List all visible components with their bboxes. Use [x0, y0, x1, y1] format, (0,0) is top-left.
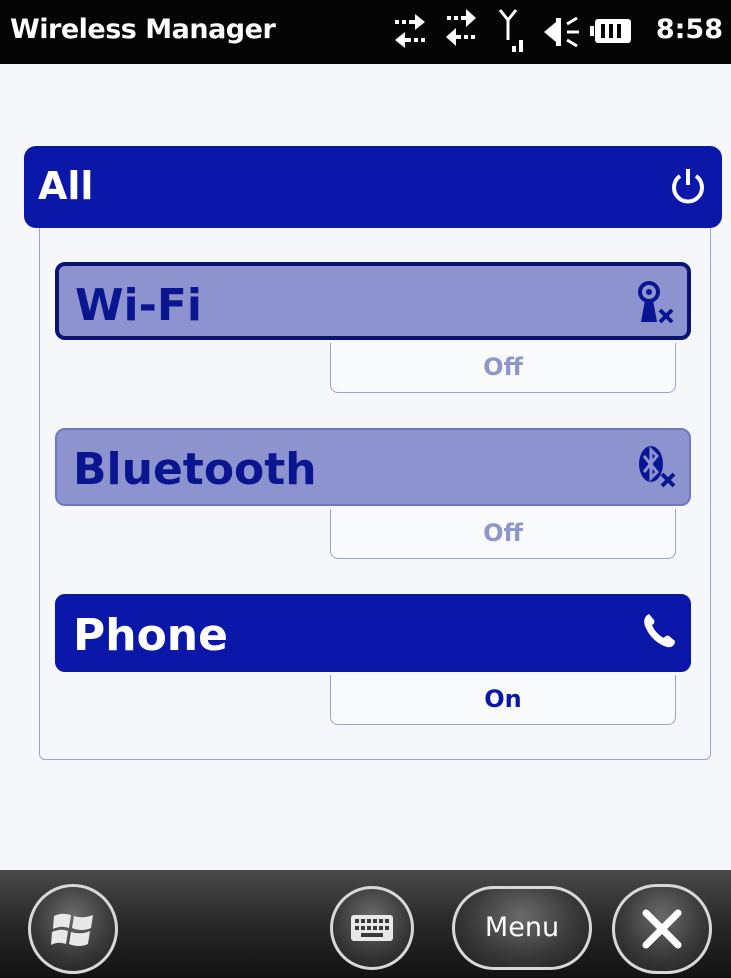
start-button[interactable] [28, 884, 118, 974]
menu-button[interactable]: Menu [452, 886, 592, 970]
wifi-off-icon [638, 281, 674, 324]
volume-icon[interactable] [542, 14, 582, 50]
data-sync-icon[interactable] [444, 6, 478, 52]
windows-start-icon [51, 913, 93, 946]
phone-state: On [330, 675, 676, 725]
phone-label: Phone [73, 610, 228, 661]
signal-icon[interactable] [498, 6, 532, 56]
bluetooth-label: Bluetooth [73, 444, 317, 495]
power-icon[interactable] [668, 166, 708, 206]
phone-icon [644, 614, 675, 648]
bluetooth-toggle[interactable]: Bluetooth [55, 428, 691, 506]
all-label: All [38, 164, 94, 208]
bluetooth-state: Off [330, 509, 676, 559]
keyboard-button[interactable] [330, 886, 414, 970]
keyboard-icon [351, 915, 393, 941]
app-title: Wireless Manager [10, 14, 276, 45]
close-icon [642, 909, 682, 949]
phone-toggle[interactable]: Phone [55, 594, 691, 672]
wifi-state: Off [330, 343, 676, 393]
wifi-label: Wi-Fi [75, 280, 203, 331]
all-toggle[interactable]: All [24, 146, 722, 228]
battery-icon[interactable] [590, 18, 632, 44]
data-sync-icon[interactable] [391, 12, 429, 52]
bluetooth-off-icon [639, 446, 676, 488]
status-bar: Wireless Manager 8:58 [0, 0, 731, 64]
clock: 8:58 [655, 14, 723, 45]
wifi-toggle[interactable]: Wi-Fi [55, 262, 691, 340]
close-button[interactable] [612, 884, 712, 974]
